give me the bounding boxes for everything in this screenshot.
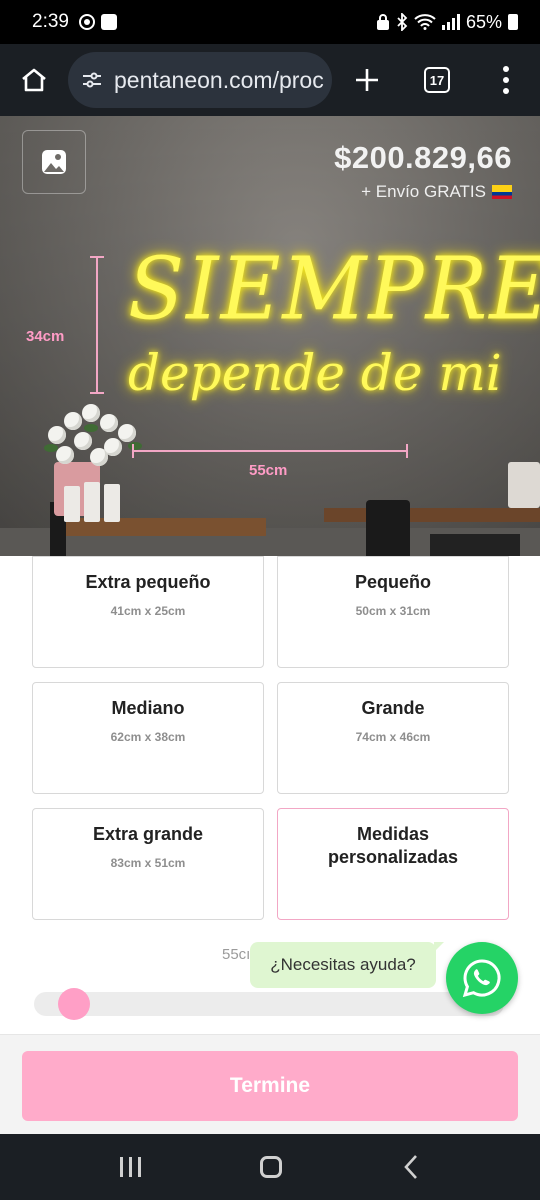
size-option-name: Grande xyxy=(361,698,425,718)
notification-icon xyxy=(78,14,95,30)
size-option-extra-small[interactable]: Extra pequeño 41cm x 25cm xyxy=(32,556,264,668)
size-option-name: Mediano xyxy=(111,698,185,718)
wifi-icon xyxy=(414,14,436,30)
address-bar[interactable]: pentaneon.com/proc xyxy=(68,52,332,108)
browser-toolbar: pentaneon.com/proc 17 xyxy=(0,44,540,116)
battery-icon xyxy=(508,14,518,30)
width-dimension-label: 55cm xyxy=(249,462,288,479)
menu-dot-icon xyxy=(503,66,509,72)
height-dimension-line xyxy=(90,256,104,394)
shipping-text: + Envío GRATIS xyxy=(361,182,486,201)
width-dimension-line xyxy=(132,444,408,458)
url-text: pentaneon.com/proc xyxy=(114,66,324,93)
colombia-flag-icon xyxy=(492,185,512,199)
size-option-name: Pequeño xyxy=(354,572,431,592)
neon-text-line2: depende de mi xyxy=(128,344,502,402)
size-slider-thumb[interactable] xyxy=(58,988,90,1020)
home-nav-button[interactable] xyxy=(260,1156,283,1178)
bluetooth-icon xyxy=(397,13,408,31)
size-option-name: Extra pequeño xyxy=(85,572,211,592)
size-option-large[interactable]: Grande 74cm x 46cm xyxy=(277,682,509,794)
whatsapp-icon xyxy=(462,959,501,998)
slider-value-label: 55cı xyxy=(222,946,251,963)
recents-icon xyxy=(119,1157,123,1177)
tab-switcher-button[interactable]: 17 xyxy=(402,44,472,116)
size-option-dims: 74cm x 46cm xyxy=(355,730,431,744)
whatsapp-button[interactable] xyxy=(446,942,518,1014)
size-slider-track[interactable] xyxy=(34,992,504,1016)
home-icon xyxy=(22,68,46,92)
jars xyxy=(508,462,540,508)
gallery-notification-icon xyxy=(100,14,117,30)
candles xyxy=(64,482,122,522)
size-option-dims: 62cm x 38cm xyxy=(110,730,186,744)
finish-button[interactable]: Termine xyxy=(22,1051,518,1121)
system-nav-bar xyxy=(0,1134,540,1200)
image-icon xyxy=(42,150,66,174)
recents-button[interactable] xyxy=(119,1157,141,1177)
status-time: 2:39 xyxy=(32,11,69,32)
home-button[interactable] xyxy=(0,44,68,116)
size-option-small[interactable]: Pequeño 50cm x 31cm xyxy=(277,556,509,668)
size-option-dims: 50cm x 31cm xyxy=(355,604,431,618)
signal-icon xyxy=(441,14,460,30)
size-option-dims: 83cm x 51cm xyxy=(110,856,186,870)
height-dimension-label: 34cm xyxy=(26,328,65,345)
browser-menu-button[interactable] xyxy=(472,44,540,116)
gallery-button[interactable] xyxy=(22,130,86,194)
flowers xyxy=(44,402,144,468)
size-option-dims: 41cm x 25cm xyxy=(110,604,186,618)
lock-icon xyxy=(376,14,389,30)
battery-percent: 65% xyxy=(465,11,502,32)
product-preview-image: $200.829,66 + Envío GRATIS SIEMPRE depen… xyxy=(0,116,540,556)
chair xyxy=(366,500,410,556)
site-settings-icon[interactable] xyxy=(80,68,104,92)
neon-text-line1: SIEMPRE xyxy=(128,239,540,340)
help-chat-bubble[interactable]: ¿Necesitas ayuda? xyxy=(250,942,444,988)
size-option-name: Medidas personalizadas xyxy=(327,824,459,867)
size-options-section: Extra pequeño 41cm x 25cm Pequeño 50cm x… xyxy=(0,556,540,1034)
back-table xyxy=(324,508,540,522)
product-price: $200.829,66 xyxy=(334,140,512,175)
size-option-medium[interactable]: Mediano 62cm x 38cm xyxy=(32,682,264,794)
size-option-extra-large[interactable]: Extra grande 83cm x 51cm xyxy=(32,808,264,920)
back-icon[interactable] xyxy=(402,1154,420,1180)
size-option-name: Extra grande xyxy=(92,824,204,844)
new-tab-button[interactable] xyxy=(332,44,402,116)
shipping-info: + Envío GRATIS xyxy=(361,182,512,202)
tab-count: 17 xyxy=(424,67,450,93)
status-bar: 2:39 65% xyxy=(0,0,540,44)
footer-bar: Termine xyxy=(0,1034,540,1134)
size-option-custom[interactable]: Medidas personalizadas xyxy=(277,808,509,920)
books xyxy=(430,534,520,556)
plus-icon xyxy=(356,69,378,91)
